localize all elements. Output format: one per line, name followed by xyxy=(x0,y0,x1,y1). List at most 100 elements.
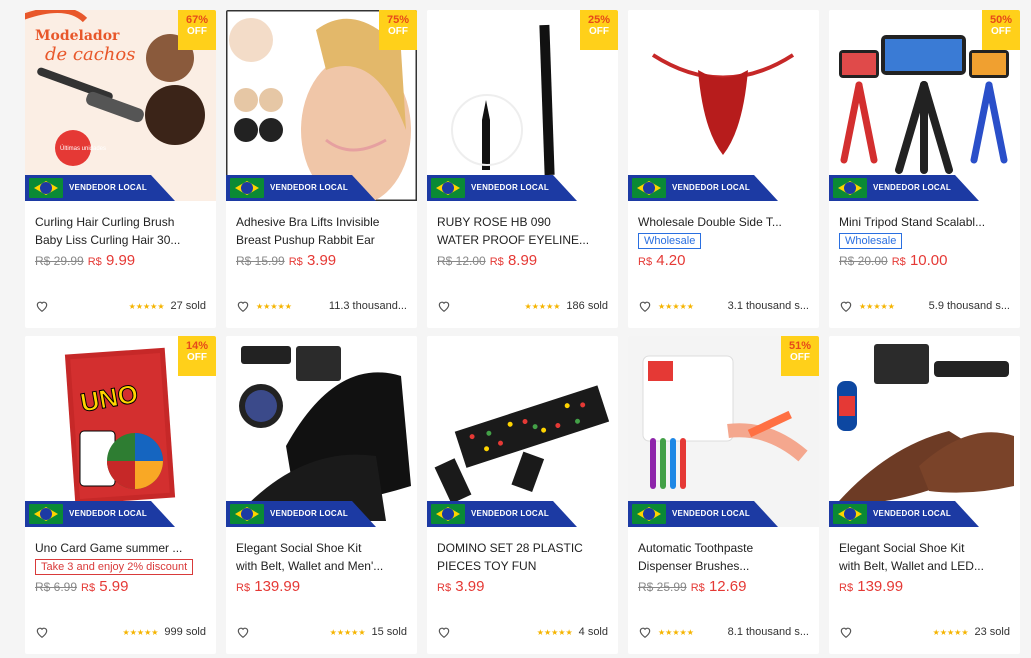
product-image[interactable]: VENDEDOR LOCAL xyxy=(226,336,417,527)
product-title[interactable]: Automatic Toothpaste Dispenser Brushes... xyxy=(638,539,809,575)
brazil-flag-icon xyxy=(632,504,666,524)
product-title[interactable]: DOMINO SET 28 PLASTIC PIECES TOY FUN xyxy=(437,539,608,575)
product-title[interactable]: Curling Hair Curling Brush Baby Liss Curl… xyxy=(35,213,206,249)
sold-count: 5.9 thousand s... xyxy=(928,300,1010,312)
brazil-flag-icon xyxy=(431,504,465,524)
product-card[interactable]: VENDEDOR LOCAL DOMINO SET 28 PLASTIC PIEC… xyxy=(427,336,618,654)
product-image[interactable]: UNO 14% OFF VENDEDOR LOCAL xyxy=(25,336,216,527)
sold-count: 4 sold xyxy=(578,626,608,638)
product-card[interactable]: VENDEDOR LOCAL Elegant Social Shoe Kit wi… xyxy=(226,336,417,654)
heart-icon[interactable] xyxy=(437,625,451,639)
price-row: R$ 6.99 R$ 5.99 xyxy=(35,577,206,597)
price-row: R$ 12.00 R$ 8.99 xyxy=(437,251,608,271)
promo-tag: Take 3 and enjoy 2% discount xyxy=(35,559,194,575)
original-price: R$ 6.99 xyxy=(35,580,78,594)
current-price: R$ 139.99 xyxy=(839,578,904,595)
sold-count: 186 sold xyxy=(566,300,608,312)
rating-stars: ★★★★★ xyxy=(329,627,366,637)
price-row: R$ 139.99 xyxy=(236,577,407,597)
rating-stars: ★★★★★ xyxy=(524,301,561,311)
original-price: R$ 15.99 xyxy=(236,254,285,268)
product-image[interactable]: VENDEDOR LOCAL xyxy=(427,336,618,527)
heart-icon[interactable] xyxy=(839,625,853,639)
rating-stars: ★★★★★ xyxy=(658,627,694,637)
image-text: de cachos xyxy=(45,44,135,65)
image-text: Modelador xyxy=(35,28,120,44)
heart-icon[interactable] xyxy=(236,299,250,313)
local-seller-banner: VENDEDOR LOCAL xyxy=(226,501,376,527)
product-title[interactable]: Wholesale Double Side T... xyxy=(638,213,809,231)
brazil-flag-icon xyxy=(833,178,867,198)
heart-icon[interactable] xyxy=(638,299,652,313)
rating-stars: ★★★★★ xyxy=(859,301,895,311)
product-image[interactable]: VENDEDOR LOCAL xyxy=(829,336,1020,527)
local-seller-banner: VENDEDOR LOCAL xyxy=(628,501,778,527)
heart-icon[interactable] xyxy=(236,625,250,639)
product-image[interactable]: VENDEDOR LOCAL xyxy=(628,10,819,201)
original-price: R$ 20.00 xyxy=(839,254,888,268)
product-card[interactable]: VENDEDOR LOCAL Elegant Social Shoe Kit wi… xyxy=(829,336,1020,654)
local-seller-banner: VENDEDOR LOCAL xyxy=(427,501,577,527)
product-image[interactable]: 50% OFF VENDEDOR LOCAL xyxy=(829,10,1020,201)
current-price: R$ 9.99 xyxy=(87,252,136,269)
current-price: R$ 5.99 xyxy=(81,578,129,595)
brazil-flag-icon xyxy=(431,178,465,198)
discount-badge: 25% OFF xyxy=(580,10,618,50)
price-row: R$ 4.20 xyxy=(638,251,809,271)
product-card[interactable]: 50% OFF VENDEDOR LOCAL Mini Tripod Stand … xyxy=(829,10,1020,328)
product-title[interactable]: Elegant Social Shoe Kit with Belt, Wallet… xyxy=(839,539,1010,575)
product-image[interactable]: Modelador de cachos Últimas unidades 67%… xyxy=(25,10,216,201)
product-title[interactable]: Adhesive Bra Lifts Invisible Breast Pushu… xyxy=(236,213,407,249)
current-price: R$ 4.20 xyxy=(638,252,686,269)
product-title[interactable]: Uno Card Game summer ... xyxy=(35,539,206,557)
original-price: R$ 25.99 xyxy=(638,580,687,594)
heart-icon[interactable] xyxy=(35,625,49,639)
product-title[interactable]: Mini Tripod Stand Scalabl... xyxy=(839,213,1010,231)
product-card[interactable]: VENDEDOR LOCAL Wholesale Double Side T..… xyxy=(628,10,819,328)
brazil-flag-icon xyxy=(29,178,63,198)
heart-icon[interactable] xyxy=(638,625,652,639)
rating-stars: ★★★★★ xyxy=(932,627,969,637)
sold-count: 11.3 thousand... xyxy=(328,300,407,312)
original-price: R$ 12.00 xyxy=(437,254,486,268)
product-image[interactable]: 25% OFF VENDEDOR LOCAL xyxy=(427,10,618,201)
brazil-flag-icon xyxy=(833,504,867,524)
product-card[interactable]: 75% OFF VENDEDOR LOCAL Adhesive Bra Lifts… xyxy=(226,10,417,328)
current-price: R$ 10.00 xyxy=(891,252,948,269)
product-card[interactable]: Modelador de cachos Últimas unidades 67%… xyxy=(25,10,216,328)
discount-badge: 14% OFF xyxy=(178,336,216,376)
image-text: Últimas unidades xyxy=(60,145,106,152)
price-row: R$ 25.99 R$ 12.69 xyxy=(638,577,809,597)
product-card[interactable]: 25% OFF VENDEDOR LOCAL RUBY ROSE HB 090 WA… xyxy=(427,10,618,328)
brazil-flag-icon xyxy=(230,178,264,198)
sold-count: 999 sold xyxy=(164,626,206,638)
local-seller-banner: VENDEDOR LOCAL xyxy=(25,175,175,201)
heart-icon[interactable] xyxy=(35,299,49,313)
rating-stars: ★★★★★ xyxy=(128,301,165,311)
price-row: R$ 29.99 R$ 9.99 xyxy=(35,251,206,271)
heart-icon[interactable] xyxy=(437,299,451,313)
rating-stars: ★★★★★ xyxy=(536,627,573,637)
product-image[interactable]: 51% OFF VENDEDOR LOCAL xyxy=(628,336,819,527)
price-row: R$ 20.00 R$ 10.00 xyxy=(839,251,1010,271)
product-card[interactable]: UNO 14% OFF VENDEDOR LOCAL Uno Card Game … xyxy=(25,336,216,654)
product-title[interactable]: Elegant Social Shoe Kit with Belt, Wallet… xyxy=(236,539,407,575)
sold-count: 15 sold xyxy=(371,626,407,638)
local-seller-banner: VENDEDOR LOCAL xyxy=(628,175,778,201)
product-grid: Modelador de cachos Últimas unidades 67%… xyxy=(25,10,1020,654)
sold-count: 3.1 thousand s... xyxy=(727,300,809,312)
discount-badge: 51% OFF xyxy=(781,336,819,376)
price-row: R$ 15.99 R$ 3.99 xyxy=(236,251,407,271)
product-card[interactable]: 51% OFF VENDEDOR LOCAL Automatic Toothpas… xyxy=(628,336,819,654)
product-image[interactable]: 75% OFF VENDEDOR LOCAL xyxy=(226,10,417,201)
sold-count: 23 sold xyxy=(974,626,1010,638)
current-price: R$ 8.99 xyxy=(489,252,538,269)
brazil-flag-icon xyxy=(632,178,666,198)
current-price: R$ 139.99 xyxy=(236,578,301,595)
local-seller-banner: VENDEDOR LOCAL xyxy=(829,501,979,527)
current-price: R$ 12.69 xyxy=(690,578,747,595)
product-title[interactable]: RUBY ROSE HB 090 WATER PROOF EYELINE... xyxy=(437,213,608,249)
current-price: R$ 3.99 xyxy=(288,252,337,269)
heart-icon[interactable] xyxy=(839,299,853,313)
rating-stars: ★★★★★ xyxy=(658,301,694,311)
